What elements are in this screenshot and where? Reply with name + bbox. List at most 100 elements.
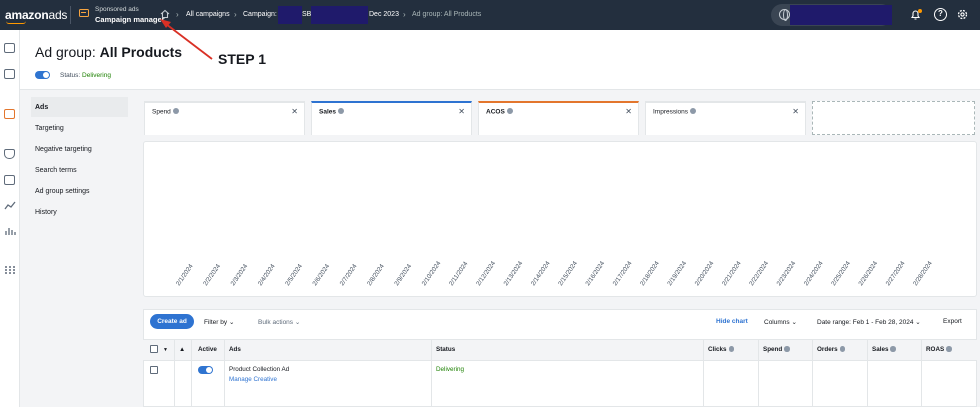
breadcrumb-separator: › <box>176 10 179 19</box>
column-header-orders[interactable]: Orders <box>817 346 846 353</box>
bar-chart-icon[interactable] <box>4 226 16 236</box>
top-navigation-bar: amazonads Sponsored ads Campaign manager… <box>0 0 980 30</box>
columns-dropdown[interactable]: Columns ⌄ <box>764 318 797 326</box>
hide-chart-link[interactable]: Hide chart <box>716 318 748 325</box>
remove-metric-icon[interactable]: ✕ <box>625 107 632 116</box>
column-header-active[interactable]: Active <box>198 346 217 353</box>
nav-item-ads[interactable]: Ads <box>31 97 128 117</box>
x-axis-tick-label: 2/28/2024 <box>912 260 934 287</box>
x-axis-tick-label: 2/23/2024 <box>776 260 798 287</box>
x-axis-tick-label: 2/8/2024 <box>366 263 386 288</box>
home-icon[interactable] <box>160 9 170 19</box>
x-axis-tick-label: 2/10/2024 <box>421 260 443 287</box>
column-divider <box>812 339 813 407</box>
chevron-down-icon: ⌄ <box>791 319 797 326</box>
info-icon[interactable] <box>172 108 179 114</box>
column-divider <box>921 339 922 407</box>
metric-label: ACOS <box>486 108 513 116</box>
remove-metric-icon[interactable]: ✕ <box>458 107 465 116</box>
x-axis-tick-label: 2/6/2024 <box>311 263 331 288</box>
ad-group-status-toggle[interactable] <box>35 71 50 79</box>
x-axis-tick-label: 2/11/2024 <box>448 260 470 287</box>
x-axis-tick-label: 2/1/2024 <box>175 263 195 288</box>
ad-active-toggle[interactable] <box>198 366 213 374</box>
add-metric-slot[interactable] <box>812 101 975 135</box>
dashboard-icon[interactable] <box>4 69 15 79</box>
warning-icon: ▲ <box>179 346 186 353</box>
x-axis-tick-label: 2/15/2024 <box>557 260 579 287</box>
metric-card-impressions[interactable]: Impressions ✕ <box>645 101 806 135</box>
apps-grid-icon[interactable] <box>4 265 16 275</box>
info-icon[interactable] <box>338 108 344 114</box>
campaign-manager-label[interactable]: Campaign manager <box>95 15 165 24</box>
nav-item-targeting[interactable]: Targeting <box>31 118 128 138</box>
info-icon <box>728 346 735 352</box>
amazon-ads-logo[interactable]: amazonads <box>5 8 67 22</box>
bulk-actions-dropdown[interactable]: Bulk actions ⌄ <box>258 318 300 326</box>
export-button[interactable]: Export <box>943 318 962 325</box>
x-axis-tick-label: 2/13/2024 <box>503 260 525 287</box>
metric-card-acos[interactable]: ACOS ✕ <box>478 101 639 135</box>
remove-metric-icon[interactable]: ✕ <box>291 107 298 116</box>
x-axis-tick-label: 2/17/2024 <box>612 260 634 287</box>
breadcrumb-separator: › <box>234 10 237 19</box>
x-axis-tick-label: 2/26/2024 <box>857 260 879 287</box>
column-divider <box>174 339 175 407</box>
redacted-block <box>278 6 302 24</box>
filter-by-dropdown[interactable]: Filter by ⌄ <box>204 318 234 326</box>
shield-icon[interactable] <box>4 149 15 159</box>
x-axis-tick-label: 2/2/2024 <box>202 263 222 288</box>
column-divider <box>758 339 759 407</box>
ad-status: Delivering <box>436 366 464 373</box>
info-icon <box>839 346 846 352</box>
product-family-label[interactable]: Sponsored ads <box>95 6 139 13</box>
select-chevron-icon[interactable]: ▼ <box>163 347 168 353</box>
nav-item-history[interactable]: History <box>31 202 128 222</box>
nav-item-ad-group-settings[interactable]: Ad group settings <box>31 181 128 201</box>
manage-creative-link[interactable]: Manage Creative <box>229 376 277 383</box>
column-divider <box>224 339 225 407</box>
x-axis-tick-label: 2/12/2024 <box>475 260 497 287</box>
row-checkbox[interactable] <box>150 366 158 374</box>
x-axis-tick-label: 2/3/2024 <box>230 263 250 288</box>
trend-icon[interactable] <box>4 200 16 210</box>
column-header-status[interactable]: Status <box>436 346 455 353</box>
page-title: Ad group: All Products <box>35 44 183 60</box>
metric-card-spend[interactable]: Spend ✕ <box>144 101 305 135</box>
briefcase-icon[interactable] <box>4 43 15 53</box>
x-axis-tick-label: 2/9/2024 <box>393 263 413 288</box>
x-axis-tick-label: 2/25/2024 <box>830 260 852 287</box>
breadcrumb-campaign-label[interactable]: Campaign: <box>243 11 277 18</box>
chart-canvas: 2/1/2024 2/2/2024 2/3/2024 2/4/2024 2/5/2024… <box>175 260 934 288</box>
info-icon <box>890 346 896 352</box>
media-icon[interactable] <box>4 175 15 185</box>
column-header-ads[interactable]: Ads <box>229 346 241 353</box>
ad-name: Product Collection Ad <box>229 366 290 373</box>
settings-gear-icon[interactable] <box>956 8 969 21</box>
date-range-picker[interactable]: Date range: Feb 1 - Feb 28, 2024 ⌄ <box>817 318 921 326</box>
x-axis-tick-label: 2/21/2024 <box>721 260 743 287</box>
nav-item-search-terms[interactable]: Search terms <box>31 160 128 180</box>
create-ad-button[interactable]: Create ad <box>150 314 194 329</box>
info-icon[interactable] <box>690 108 697 114</box>
x-axis-tick-label: 2/19/2024 <box>666 260 688 287</box>
breadcrumb-campaign-fragment[interactable]: Dec 2023 <box>369 11 399 18</box>
x-axis-tick-label: 2/27/2024 <box>885 260 907 287</box>
breadcrumb-all-campaigns[interactable]: All campaigns <box>186 11 230 18</box>
column-header-clicks[interactable]: Clicks <box>708 346 735 353</box>
divider <box>70 6 71 24</box>
column-header-spend[interactable]: Spend <box>763 346 790 353</box>
nav-item-negative-targeting[interactable]: Negative targeting <box>31 139 128 159</box>
sponsored-ads-nav-icon[interactable] <box>4 109 15 119</box>
redacted-block <box>311 6 368 24</box>
column-header-sales[interactable]: Sales <box>872 346 896 353</box>
column-header-roas[interactable]: ROAS <box>926 346 952 353</box>
help-icon[interactable]: ? <box>934 8 947 21</box>
breadcrumb-campaign-fragment[interactable]: SB <box>302 11 311 18</box>
info-icon[interactable] <box>506 108 513 114</box>
chevron-down-icon: ⌄ <box>294 319 301 326</box>
metric-card-sales[interactable]: Sales ✕ <box>311 101 472 135</box>
select-all-checkbox[interactable] <box>150 345 158 353</box>
remove-metric-icon[interactable]: ✕ <box>792 107 799 116</box>
column-divider <box>431 339 432 407</box>
